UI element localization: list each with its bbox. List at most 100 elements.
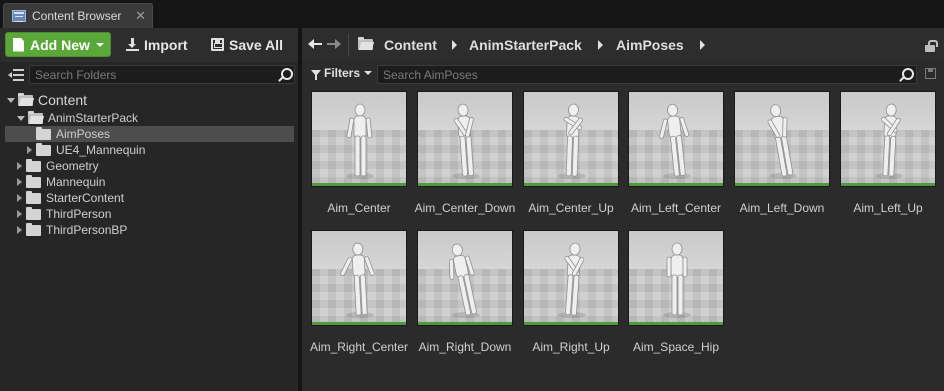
toolbar: Add New Import Save All bbox=[0, 28, 298, 62]
asset-name: Aim_Right_Center bbox=[309, 340, 409, 354]
save-all-button[interactable]: Save All bbox=[211, 32, 283, 57]
breadcrumb-content[interactable]: Content bbox=[384, 37, 437, 53]
asset-thumbnail bbox=[628, 91, 724, 187]
collapse-arrow-icon[interactable] bbox=[17, 178, 22, 186]
import-button[interactable]: Import bbox=[126, 32, 188, 57]
lock-icon[interactable] bbox=[925, 40, 938, 52]
asset-panel: Content AnimStarterPack AimPoses Filters… bbox=[302, 28, 944, 391]
tree-item-label: UE4_Mannequin bbox=[56, 143, 146, 157]
asset-tile[interactable]: Aim_Left_Center bbox=[628, 91, 724, 215]
back-arrow-icon[interactable] bbox=[308, 37, 322, 51]
forward-arrow-icon[interactable] bbox=[327, 37, 341, 51]
folder-panel: Add New Import Save All Search Folders C… bbox=[0, 28, 298, 391]
folder-icon bbox=[26, 190, 41, 204]
breadcrumb-arrow-icon[interactable] bbox=[452, 40, 457, 50]
expand-arrow-icon[interactable] bbox=[17, 115, 25, 121]
asset-tile[interactable]: Aim_Space_Hip bbox=[628, 230, 724, 354]
mannequin-figure-icon bbox=[659, 103, 691, 179]
content-browser-body: Add New Import Save All Search Folders C… bbox=[0, 28, 944, 391]
import-icon bbox=[126, 38, 139, 51]
tree-item-geometry[interactable]: Geometry bbox=[17, 158, 99, 174]
collapse-arrow-icon[interactable] bbox=[17, 194, 22, 202]
tree-item-label: Mannequin bbox=[46, 175, 106, 189]
tree-item-ue4-mannequin[interactable]: UE4_Mannequin bbox=[27, 142, 145, 158]
asset-tile[interactable]: Aim_Right_Down bbox=[417, 230, 513, 354]
save-all-label: Save All bbox=[229, 36, 283, 53]
search-icon[interactable] bbox=[277, 67, 293, 83]
tree-item-thirdpersonbp[interactable]: ThirdPersonBP bbox=[17, 222, 127, 238]
asset-name: Aim_Right_Up bbox=[532, 340, 610, 354]
asset-tile[interactable]: Aim_Right_Up bbox=[523, 230, 619, 354]
folder-icon bbox=[36, 126, 51, 140]
search-assets-input[interactable]: Search AimPoses bbox=[377, 65, 917, 84]
mannequin-figure-icon bbox=[767, 104, 797, 179]
tree-item-label: AimPoses bbox=[56, 127, 111, 141]
asset-thumbnail bbox=[628, 230, 724, 326]
collapse-arrow-icon[interactable] bbox=[17, 226, 22, 234]
tab-content-browser[interactable]: Content Browser ✕ bbox=[3, 3, 153, 28]
close-icon[interactable]: ✕ bbox=[135, 8, 146, 24]
asset-thumbnail bbox=[417, 230, 513, 326]
folder-icon bbox=[26, 174, 41, 188]
filter-row: Filters Search AimPoses bbox=[302, 64, 944, 86]
asset-name: Aim_Left_Down bbox=[739, 201, 825, 215]
tree-item-label: ThirdPerson bbox=[46, 207, 112, 221]
asset-thumbnail bbox=[417, 91, 513, 187]
folder-icon bbox=[26, 206, 41, 220]
asset-thumbnail bbox=[311, 230, 407, 326]
tree-item-thirdperson[interactable]: ThirdPerson bbox=[17, 206, 111, 222]
chevron-down-icon bbox=[364, 71, 373, 75]
collapse-arrow-icon[interactable] bbox=[27, 146, 32, 154]
collapse-arrow-icon[interactable] bbox=[17, 162, 22, 170]
asset-name: Aim_Center bbox=[327, 201, 391, 215]
folder-open-icon bbox=[18, 92, 33, 106]
asset-tile[interactable]: Aim_Left_Down bbox=[734, 91, 830, 215]
folder-open-icon[interactable] bbox=[358, 37, 373, 50]
breadcrumb-arrow-icon[interactable] bbox=[598, 40, 603, 50]
expand-arrow-icon[interactable] bbox=[7, 97, 15, 103]
tab-bar: Content Browser ✕ bbox=[0, 0, 944, 28]
mannequin-figure-icon bbox=[452, 103, 480, 179]
tree-item-label: ThirdPersonBP bbox=[46, 223, 128, 237]
asset-name: Aim_Right_Down bbox=[418, 340, 512, 354]
source-tree-toggle-icon[interactable] bbox=[8, 68, 24, 82]
folder-search-row: Search Folders bbox=[0, 64, 298, 86]
asset-name: Aim_Left_Up bbox=[853, 201, 923, 215]
breadcrumb-arrow-icon[interactable] bbox=[700, 40, 705, 50]
breadcrumb-animstarterpack[interactable]: AnimStarterPack bbox=[469, 37, 582, 53]
folder-icon bbox=[26, 158, 41, 172]
asset-tile[interactable]: Aim_Right_Center bbox=[310, 230, 408, 354]
asset-tile[interactable]: Aim_Center_Down bbox=[415, 91, 515, 215]
tree-item-label: Content bbox=[38, 92, 88, 108]
tree-item-content[interactable]: Content bbox=[7, 92, 87, 108]
tree-item-startercontent[interactable]: StarterContent bbox=[17, 190, 124, 206]
breadcrumb-aimposes[interactable]: AimPoses bbox=[616, 37, 684, 53]
collapse-arrow-icon[interactable] bbox=[17, 210, 22, 218]
asset-tile[interactable]: Aim_Center bbox=[311, 91, 407, 215]
asset-thumbnail bbox=[523, 91, 619, 187]
mannequin-figure-icon bbox=[875, 103, 903, 179]
add-new-button[interactable]: Add New bbox=[5, 32, 111, 57]
asset-tile[interactable]: Aim_Center_Up bbox=[523, 91, 619, 215]
add-new-label: Add New bbox=[30, 36, 90, 53]
mannequin-figure-icon bbox=[340, 242, 375, 318]
path-bar: Content AnimStarterPack AimPoses bbox=[302, 28, 944, 62]
search-folders-input[interactable]: Search Folders bbox=[29, 65, 295, 84]
asset-name: Aim_Left_Center bbox=[630, 201, 722, 215]
tree-item-aimposes[interactable]: AimPoses bbox=[5, 126, 294, 142]
tab-label: Content Browser bbox=[32, 9, 122, 23]
asset-thumbnail bbox=[523, 230, 619, 326]
search-icon[interactable] bbox=[898, 67, 914, 83]
filters-button[interactable]: Filters bbox=[311, 66, 373, 80]
tree-item-animstarterpack[interactable]: AnimStarterPack bbox=[17, 110, 138, 126]
asset-name: Aim_Space_Hip bbox=[632, 340, 720, 354]
folder-open-icon bbox=[28, 110, 43, 124]
tree-item-mannequin[interactable]: Mannequin bbox=[17, 174, 105, 190]
save-search-icon[interactable] bbox=[925, 68, 936, 79]
divider bbox=[348, 34, 349, 56]
folder-icon bbox=[36, 142, 51, 156]
asset-thumbnail bbox=[840, 91, 936, 187]
mannequin-figure-icon bbox=[448, 243, 480, 318]
asset-tile[interactable]: Aim_Left_Up bbox=[840, 91, 936, 215]
new-document-icon bbox=[13, 37, 24, 52]
